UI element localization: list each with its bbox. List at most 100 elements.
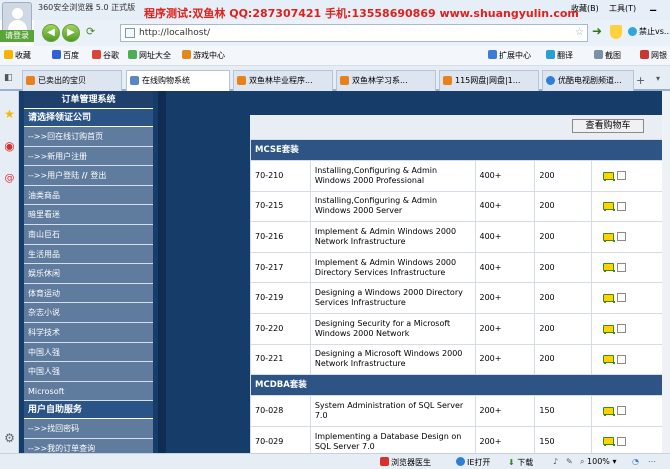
select-checkbox[interactable]: [617, 232, 627, 242]
screenshot-button[interactable]: 截图: [594, 50, 621, 61]
category-item[interactable]: 中国人强: [24, 362, 153, 382]
fav-label: 扩展中心: [499, 51, 531, 60]
category-item[interactable]: 体育运动: [24, 283, 153, 304]
add-to-cart-icon[interactable]: [602, 354, 616, 365]
table-row: 70-217 Implement & Admin Windows 2000 Dir…: [250, 251, 670, 284]
address-bar[interactable]: http://localhost/ ☆: [120, 24, 588, 42]
new-tab-icon[interactable]: +: [636, 74, 645, 87]
tab-sold-items[interactable]: 已卖出的宝贝: [22, 70, 122, 91]
go-icon[interactable]: ➜: [592, 24, 608, 42]
select-checkbox[interactable]: [617, 262, 627, 272]
category-item[interactable]: Microsoft: [24, 381, 153, 402]
add-to-cart-icon[interactable]: [602, 436, 616, 447]
category-item[interactable]: 中国人强: [24, 342, 153, 363]
category-item[interactable]: 南山巨石: [24, 224, 153, 245]
category-item[interactable]: 油类商品: [24, 185, 153, 206]
weibo-icon[interactable]: ◉: [2, 139, 17, 154]
download-button[interactable]: ⬇ 下载: [508, 457, 533, 468]
address-input[interactable]: http://localhost/: [139, 28, 210, 38]
select-checkbox[interactable]: [617, 354, 627, 364]
table-row: 70-028 System Administration of SQL Serve…: [250, 395, 670, 427]
category-item[interactable]: 暗里看迷: [24, 205, 153, 225]
category-item[interactable]: 杂志小说: [24, 303, 153, 323]
browser-doctor[interactable]: 浏览器医生: [380, 457, 431, 468]
notify-icon[interactable]: ◔: [632, 457, 639, 466]
select-checkbox[interactable]: [617, 406, 627, 416]
search-engine-label: 禁止vs...: [639, 27, 670, 36]
product-name: Implement & Admin Windows 2000 Network I…: [309, 221, 476, 253]
product-price: 400+: [474, 190, 536, 223]
info-icon[interactable]: ⋯: [648, 457, 656, 466]
star-icon[interactable]: ☆: [575, 27, 584, 38]
tab-learning[interactable]: 双鱼林学习系...: [336, 70, 436, 91]
mute-icon[interactable]: ♪: [553, 457, 558, 466]
add-to-cart-icon[interactable]: [602, 171, 616, 181]
email-icon[interactable]: @: [2, 171, 17, 186]
fav-label: 网址大全: [139, 51, 171, 60]
back-button[interactable]: ◀: [42, 24, 60, 42]
menu-link-register[interactable]: -->>新用户注册: [24, 146, 153, 167]
fav-item-baidu[interactable]: 百度: [52, 50, 79, 61]
tools-menu[interactable]: 工具(T): [609, 3, 636, 14]
tab-115-disk[interactable]: 115网盘|网盘|1...: [439, 70, 539, 91]
tab-label: 优酷电视剧频道...: [558, 76, 622, 85]
menu-link-login[interactable]: -->>用户登陆: [28, 171, 79, 180]
row-actions: [591, 190, 670, 223]
menu-link-my-orders[interactable]: -->>我的订单查询: [24, 438, 153, 453]
category-item[interactable]: 娱乐休闲: [24, 264, 153, 284]
product-price: 200+: [474, 425, 536, 453]
tab-graduation[interactable]: 双鱼林毕业程序...: [233, 70, 333, 91]
tab-youku[interactable]: 优酷电视剧频道...: [542, 70, 634, 91]
category-item[interactable]: 生活用品: [24, 244, 153, 265]
add-to-cart-icon[interactable]: [602, 232, 616, 242]
add-to-cart-icon[interactable]: [602, 324, 616, 334]
fav-item-collect[interactable]: 收藏: [4, 50, 31, 61]
scrollbar[interactable]: [662, 91, 670, 453]
fav-item-hao[interactable]: 网址大全: [128, 50, 171, 61]
select-checkbox[interactable]: [617, 324, 627, 334]
menu-link-find-password[interactable]: -->>找回密码: [24, 419, 153, 439]
ie-open[interactable]: IE打开: [456, 457, 490, 468]
online-bank-button[interactable]: 网银: [640, 50, 667, 61]
product-name: Implementing a Database Design on SQL Se…: [309, 425, 476, 453]
page-icon: [443, 76, 452, 85]
fav-item-games[interactable]: 游戏中心: [182, 50, 225, 61]
product-code: 70-221: [250, 343, 311, 376]
select-checkbox[interactable]: [617, 171, 627, 181]
security-shield-icon[interactable]: [610, 25, 622, 39]
search-engine[interactable]: 禁止vs...: [628, 26, 670, 37]
add-to-cart-icon[interactable]: [602, 406, 616, 416]
translate-button[interactable]: 翻译: [546, 50, 573, 61]
view-cart-button[interactable]: 查看购物车: [572, 119, 644, 133]
baidu-icon: [52, 50, 61, 59]
select-checkbox[interactable]: [617, 436, 627, 446]
fav-label: 游戏中心: [193, 51, 225, 60]
fav-item-google[interactable]: 谷歌: [92, 50, 119, 61]
category-item[interactable]: 科学技术: [24, 322, 153, 343]
favorites-menu[interactable]: 收藏(B): [571, 3, 599, 14]
table-row: 70-029 Implementing a Database Design on …: [250, 425, 670, 453]
login-button[interactable]: 请登录: [0, 30, 34, 42]
add-to-cart-icon[interactable]: [602, 201, 616, 212]
tab-list-icon[interactable]: ▾: [656, 74, 660, 83]
menu-link-home[interactable]: -->>回在线订购首页: [24, 127, 153, 147]
forward-button[interactable]: ▶: [62, 24, 80, 42]
add-to-cart-icon[interactable]: [602, 293, 616, 303]
add-to-cart-icon[interactable]: [602, 262, 616, 273]
product-code: 70-028: [250, 395, 311, 427]
clean-icon[interactable]: ✎: [566, 457, 573, 466]
gear-icon[interactable]: ⚙: [2, 431, 17, 446]
status-label: IE打开: [467, 458, 491, 467]
extension-center[interactable]: 扩展中心: [488, 50, 531, 61]
select-checkbox[interactable]: [617, 201, 627, 211]
select-checkbox[interactable]: [617, 293, 627, 303]
refresh-icon[interactable]: ⟳: [86, 25, 102, 41]
minimize-button[interactable]: ▁: [650, 2, 656, 11]
watermark-text: 程序测试:双鱼林 QQ:287307421 手机:13558690869 www…: [144, 7, 579, 20]
product-stock: 200: [534, 282, 593, 314]
favorites-star-icon[interactable]: ★: [2, 107, 17, 122]
zoom-control[interactable]: ⌕ 100% ▾: [580, 457, 616, 467]
menu-link-logout[interactable]: 登出: [90, 171, 106, 180]
tab-shopping-system[interactable]: 在线购物系统: [126, 70, 230, 91]
sidebar-toggle-icon[interactable]: ◧: [4, 73, 13, 83]
